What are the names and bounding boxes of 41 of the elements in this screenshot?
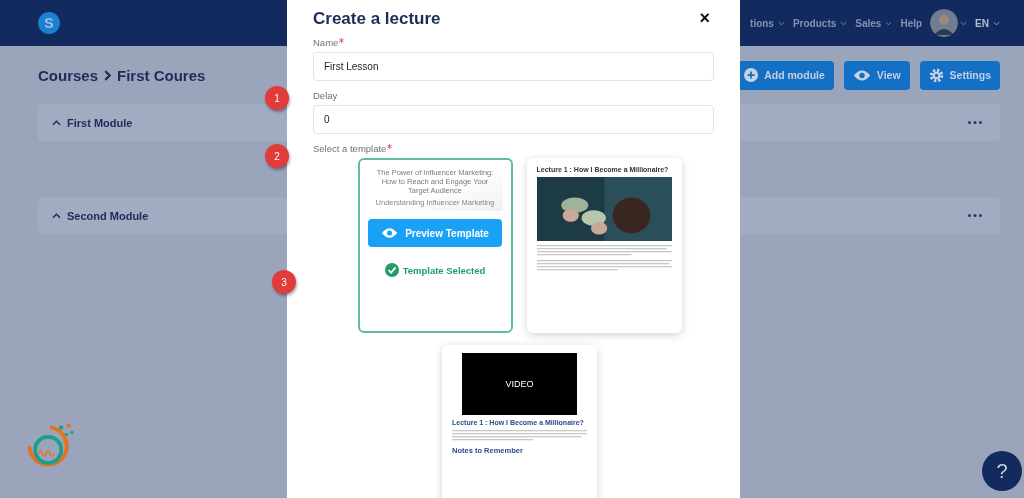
input-field[interactable]: First Lesson	[313, 52, 714, 81]
required-icon	[339, 38, 345, 43]
nav-menu-item[interactable]: Products	[792, 17, 848, 29]
breadcrumb-item[interactable]: First Coures	[117, 66, 206, 84]
caret-icon	[993, 20, 1000, 26]
field-label: Select a template	[313, 143, 393, 154]
nav-menu-item[interactable]: tions	[750, 17, 785, 29]
more-icon[interactable]	[968, 121, 982, 124]
caret-icon	[885, 20, 893, 26]
caret-icon	[777, 20, 785, 26]
eye-icon	[852, 68, 871, 82]
step-marker: 3	[272, 270, 296, 294]
step-marker: 1	[265, 86, 289, 110]
field-label: Delay	[313, 90, 338, 101]
template-selected-label: Template Selected	[384, 263, 486, 277]
step-marker: 2	[265, 144, 289, 168]
required-icon	[387, 144, 393, 149]
check-icon	[384, 263, 399, 277]
input-field[interactable]: 0	[313, 105, 714, 134]
more-icon[interactable]	[968, 214, 982, 217]
plus-icon	[744, 68, 759, 82]
language-menu[interactable]: EN	[975, 17, 1000, 29]
video-label: VIDEO	[505, 379, 534, 389]
nav-menu-item[interactable]: Sales	[855, 17, 893, 29]
preview-template-button[interactable]: Preview Template	[368, 219, 502, 247]
eye-icon	[381, 227, 399, 239]
caret-icon	[840, 20, 848, 26]
close-button[interactable]: ×	[695, 8, 714, 29]
help-button[interactable]: ?	[982, 451, 1022, 491]
chevron-up-icon[interactable]	[52, 119, 61, 126]
caret-icon[interactable]	[960, 20, 968, 26]
settings-icon	[928, 67, 944, 83]
avatar-icon[interactable]	[930, 9, 959, 37]
dialog-title: Create a lecture	[313, 8, 441, 29]
field-label: Name	[313, 37, 345, 48]
nav-menu-item[interactable]: Help	[900, 17, 923, 29]
chevron-icon	[104, 69, 112, 81]
breadcrumb-item[interactable]: Courses	[38, 66, 99, 84]
settings-button[interactable]: Settings	[919, 60, 1000, 90]
view-button[interactable]: View	[843, 60, 910, 90]
chevron-up-icon[interactable]	[52, 212, 61, 219]
